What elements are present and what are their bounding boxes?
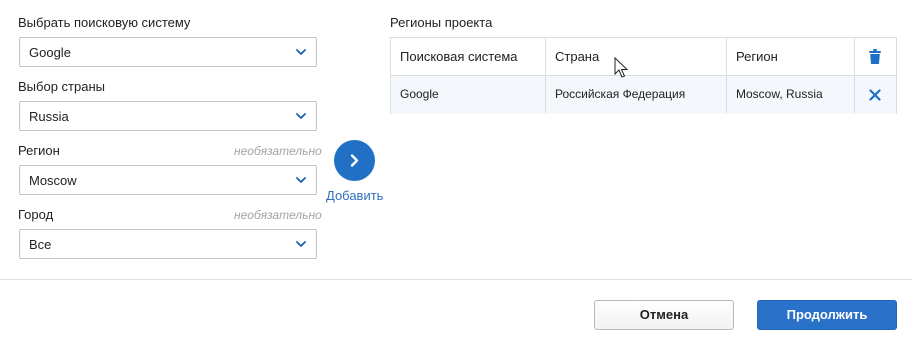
city-value: Все [29, 237, 52, 252]
column-header-country: Страна [555, 49, 600, 64]
region-value: Moscow [29, 173, 77, 188]
footer-divider [0, 279, 912, 280]
search-engine-select[interactable]: Google [19, 37, 317, 67]
region-select[interactable]: Moscow [19, 165, 317, 195]
project-regions-title: Регионы проекта [390, 15, 493, 30]
column-header-search-engine: Поисковая система [400, 49, 518, 64]
chevron-down-icon [296, 177, 306, 183]
table-row: Google Российская Федерация Moscow, Russ… [391, 75, 896, 114]
trash-icon[interactable] [868, 49, 882, 65]
cancel-button[interactable]: Отмена [594, 300, 734, 330]
country-value: Russia [29, 109, 69, 124]
city-select[interactable]: Все [19, 229, 317, 259]
search-engine-label: Выбрать поисковую систему [18, 15, 191, 30]
close-icon[interactable] [869, 89, 881, 101]
search-engine-value: Google [29, 45, 71, 60]
country-select[interactable]: Russia [19, 101, 317, 131]
project-regions-table: Поисковая система Страна Регион Google Р… [390, 37, 897, 114]
region-label: Регион [18, 143, 60, 158]
cell-country: Российская Федерация [555, 87, 686, 101]
cell-region: Moscow, Russia [736, 87, 823, 101]
city-optional-note: необязательно [234, 208, 322, 222]
cell-search-engine: Google [400, 87, 439, 101]
region-optional-note: необязательно [234, 144, 322, 158]
chevron-down-icon [296, 241, 306, 247]
chevron-down-icon [296, 113, 306, 119]
add-label[interactable]: Добавить [326, 188, 383, 203]
country-label: Выбор страны [18, 79, 105, 94]
column-header-region: Регион [736, 49, 778, 64]
chevron-right-icon [350, 154, 359, 167]
add-region-button[interactable] [334, 140, 375, 181]
city-label: Город [18, 207, 54, 222]
chevron-down-icon [296, 49, 306, 55]
mouse-cursor-icon [614, 57, 628, 78]
continue-button[interactable]: Продолжить [757, 300, 897, 330]
